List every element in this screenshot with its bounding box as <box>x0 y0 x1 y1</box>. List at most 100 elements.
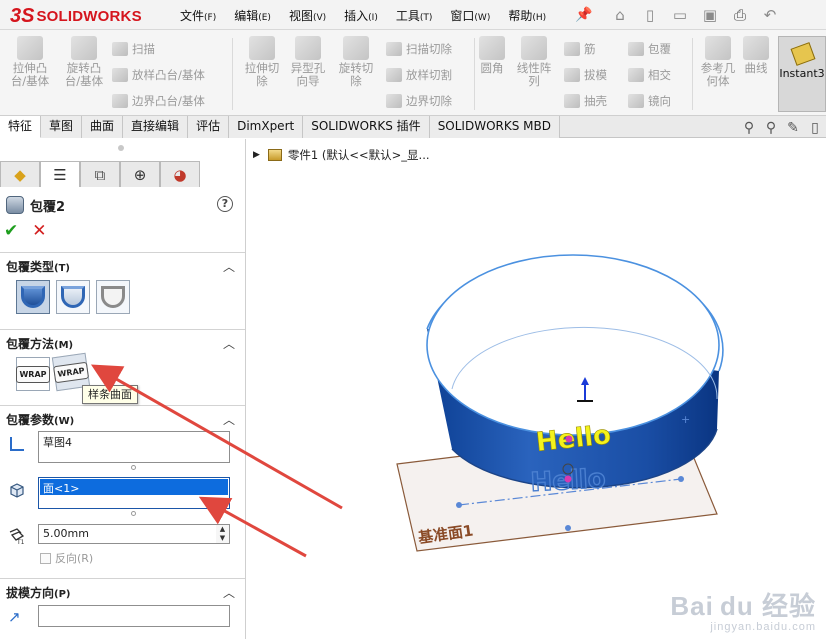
tab-surfaces[interactable]: 曲面 <box>82 116 124 138</box>
mirror-icon <box>628 94 644 108</box>
revolve-cut-button[interactable]: 旋转切 除 <box>328 36 384 88</box>
property-manager-tab-icon[interactable]: ☰ <box>40 161 80 187</box>
sketch-endpoint[interactable] <box>678 476 684 482</box>
model-view[interactable]: 基准面1 Hello Hello + <box>247 139 826 639</box>
list-resize-handle[interactable] <box>131 465 136 470</box>
intersect-button[interactable]: 相交 <box>628 64 671 86</box>
undo-icon[interactable]: ↶ <box>758 4 782 26</box>
open-folder-icon[interactable]: ▭ <box>668 4 692 26</box>
curves-button[interactable]: 曲线 <box>730 36 782 75</box>
ok-button[interactable]: ✔ <box>4 221 18 241</box>
wrap-type-deboss-button[interactable] <box>56 280 90 314</box>
print-icon[interactable]: ⎙ <box>728 4 752 26</box>
draft-button[interactable]: 拔模 <box>564 64 607 86</box>
loft-boss-button[interactable]: 放样凸台/基体 <box>112 64 205 86</box>
linear-pattern-button[interactable]: 线性阵 列 <box>506 36 562 88</box>
rib-icon <box>564 42 580 56</box>
source-sketch-list[interactable]: 草图4 <box>38 431 230 463</box>
chevron-up-icon[interactable]: ︿ <box>223 258 235 275</box>
reverse-direction-row[interactable]: 反向(R) <box>40 550 93 566</box>
tab-dimxpert[interactable]: DimXpert <box>229 116 304 138</box>
wrap-type-scribe-button[interactable] <box>96 280 130 314</box>
menu-insert[interactable]: 插入(I) <box>344 7 378 24</box>
mirror-button[interactable]: 镜向 <box>628 90 671 112</box>
boundary-boss-button[interactable]: 边界凸台/基体 <box>112 90 205 112</box>
revolve-cut-icon <box>343 36 369 60</box>
chevron-up-icon[interactable]: ︿ <box>223 411 235 428</box>
previous-view-icon[interactable]: ✎ <box>782 120 804 136</box>
thickness-input[interactable]: 5.00mm <box>38 524 218 544</box>
list-resize-handle[interactable] <box>131 511 136 516</box>
section-view-icon[interactable]: ▯ <box>804 120 826 136</box>
revolve-boss-button[interactable]: 旋转凸 台/基体 <box>56 36 112 88</box>
cancel-button[interactable]: ✕ <box>32 221 46 241</box>
save-icon[interactable]: ▣ <box>698 4 722 26</box>
boundary-cut-icon <box>386 94 402 108</box>
sketch-point[interactable] <box>564 475 572 483</box>
origin-point[interactable] <box>565 435 573 443</box>
chevron-up-icon[interactable]: ︿ <box>223 335 235 352</box>
face-selection-list[interactable]: 面<1> <box>38 477 230 509</box>
pin-icon[interactable]: 📌 <box>575 7 592 23</box>
lofted-cut-button[interactable]: 放样切割 <box>386 64 452 86</box>
feature-manager-tab-icon[interactable]: ◆ <box>0 161 40 187</box>
rib-button[interactable]: 筋 <box>564 38 596 60</box>
thickness-spinner[interactable]: ▲ ▼ <box>216 524 230 544</box>
tab-solidworks-mbd[interactable]: SOLIDWORKS MBD <box>429 116 560 138</box>
watermark-logo-text: Bai du 经验 <box>670 591 816 621</box>
configuration-manager-tab-icon[interactable]: ⧉ <box>80 161 120 187</box>
group-title[interactable]: 包覆方法(M) <box>6 335 73 352</box>
boundary-cut-button[interactable]: 边界切除 <box>386 90 452 112</box>
selected-face-item[interactable]: 面<1> <box>40 479 228 495</box>
swept-cut-button[interactable]: 扫描切除 <box>386 38 452 60</box>
reverse-direction-checkbox[interactable] <box>40 552 51 564</box>
group-divider <box>0 329 245 330</box>
title-bar: 3S SOLIDWORKS 文件(F) 编辑(E) 视图(V) 插入(I) 工具… <box>0 0 826 30</box>
cylinder-top-face[interactable] <box>426 254 720 436</box>
tab-features[interactable]: 特征 <box>0 116 42 138</box>
wrap-button[interactable]: 包覆 <box>628 38 671 60</box>
group-title[interactable]: 包覆参数(W) <box>6 411 74 428</box>
tab-direct-editing[interactable]: 直接编辑 <box>123 116 189 138</box>
extrude-boss-button[interactable]: 拉伸凸 台/基体 <box>2 36 58 88</box>
lofted-cut-icon <box>386 68 402 82</box>
menu-edit[interactable]: 编辑(E) <box>234 7 271 24</box>
boundary-icon <box>112 94 128 108</box>
help-icon[interactable]: ? <box>217 196 233 212</box>
instant3d-button[interactable]: Instant3 <box>778 36 826 112</box>
zoom-to-fit-icon[interactable]: ⚲ <box>738 120 760 136</box>
menu-help[interactable]: 帮助(H) <box>508 7 546 24</box>
menu-view[interactable]: 视图(V) <box>289 7 326 24</box>
display-manager-tab-icon[interactable]: ◕ <box>160 161 200 187</box>
emboss-icon <box>21 286 45 308</box>
home-icon[interactable]: ⌂ <box>608 4 632 26</box>
group-title[interactable]: 包覆类型(T) <box>6 258 70 275</box>
tab-sketch[interactable]: 草图 <box>41 116 83 138</box>
sweep-button[interactable]: 扫描 <box>112 38 155 60</box>
tab-evaluate[interactable]: 评估 <box>188 116 230 138</box>
manager-tabs: ◆ ☰ ⧉ ⊕ ◕ <box>0 161 200 187</box>
new-document-icon[interactable]: ▯ <box>638 4 662 26</box>
sketch-midpoint[interactable] <box>565 525 571 531</box>
dimxpert-manager-tab-icon[interactable]: ⊕ <box>120 161 160 187</box>
draft-direction-input[interactable] <box>38 605 230 627</box>
reverse-direction-label: 反向(R) <box>55 552 94 565</box>
group-divider <box>0 578 245 579</box>
zoom-to-area-icon[interactable]: ⚲ <box>760 120 782 136</box>
tab-solidworks-addins[interactable]: SOLIDWORKS 插件 <box>303 116 430 138</box>
wrap-type-emboss-button[interactable] <box>16 280 50 314</box>
menu-bar: 文件(F) 编辑(E) 视图(V) 插入(I) 工具(T) 窗口(W) 帮助(H… <box>180 0 564 30</box>
group-divider <box>0 405 245 406</box>
panel-splitter-handle[interactable] <box>118 145 124 151</box>
group-title[interactable]: 拔模方向(P) <box>6 584 71 601</box>
solidworks-logo[interactable]: 3S SOLIDWORKS <box>10 4 142 28</box>
wrap-method-analytic-button[interactable]: WRAP <box>16 357 50 391</box>
menu-file[interactable]: 文件(F) <box>180 7 216 24</box>
chevron-up-icon[interactable]: ︿ <box>223 584 235 601</box>
hole-wizard-icon <box>295 36 321 60</box>
menu-tools[interactable]: 工具(T) <box>396 7 433 24</box>
sketch-endpoint[interactable] <box>456 502 462 508</box>
graphics-area[interactable]: ▶ 零件1 (默认<<默认>_显... 基准面1 Hello Hello <box>247 139 826 639</box>
menu-window[interactable]: 窗口(W) <box>450 7 490 24</box>
shell-button[interactable]: 抽壳 <box>564 90 607 112</box>
